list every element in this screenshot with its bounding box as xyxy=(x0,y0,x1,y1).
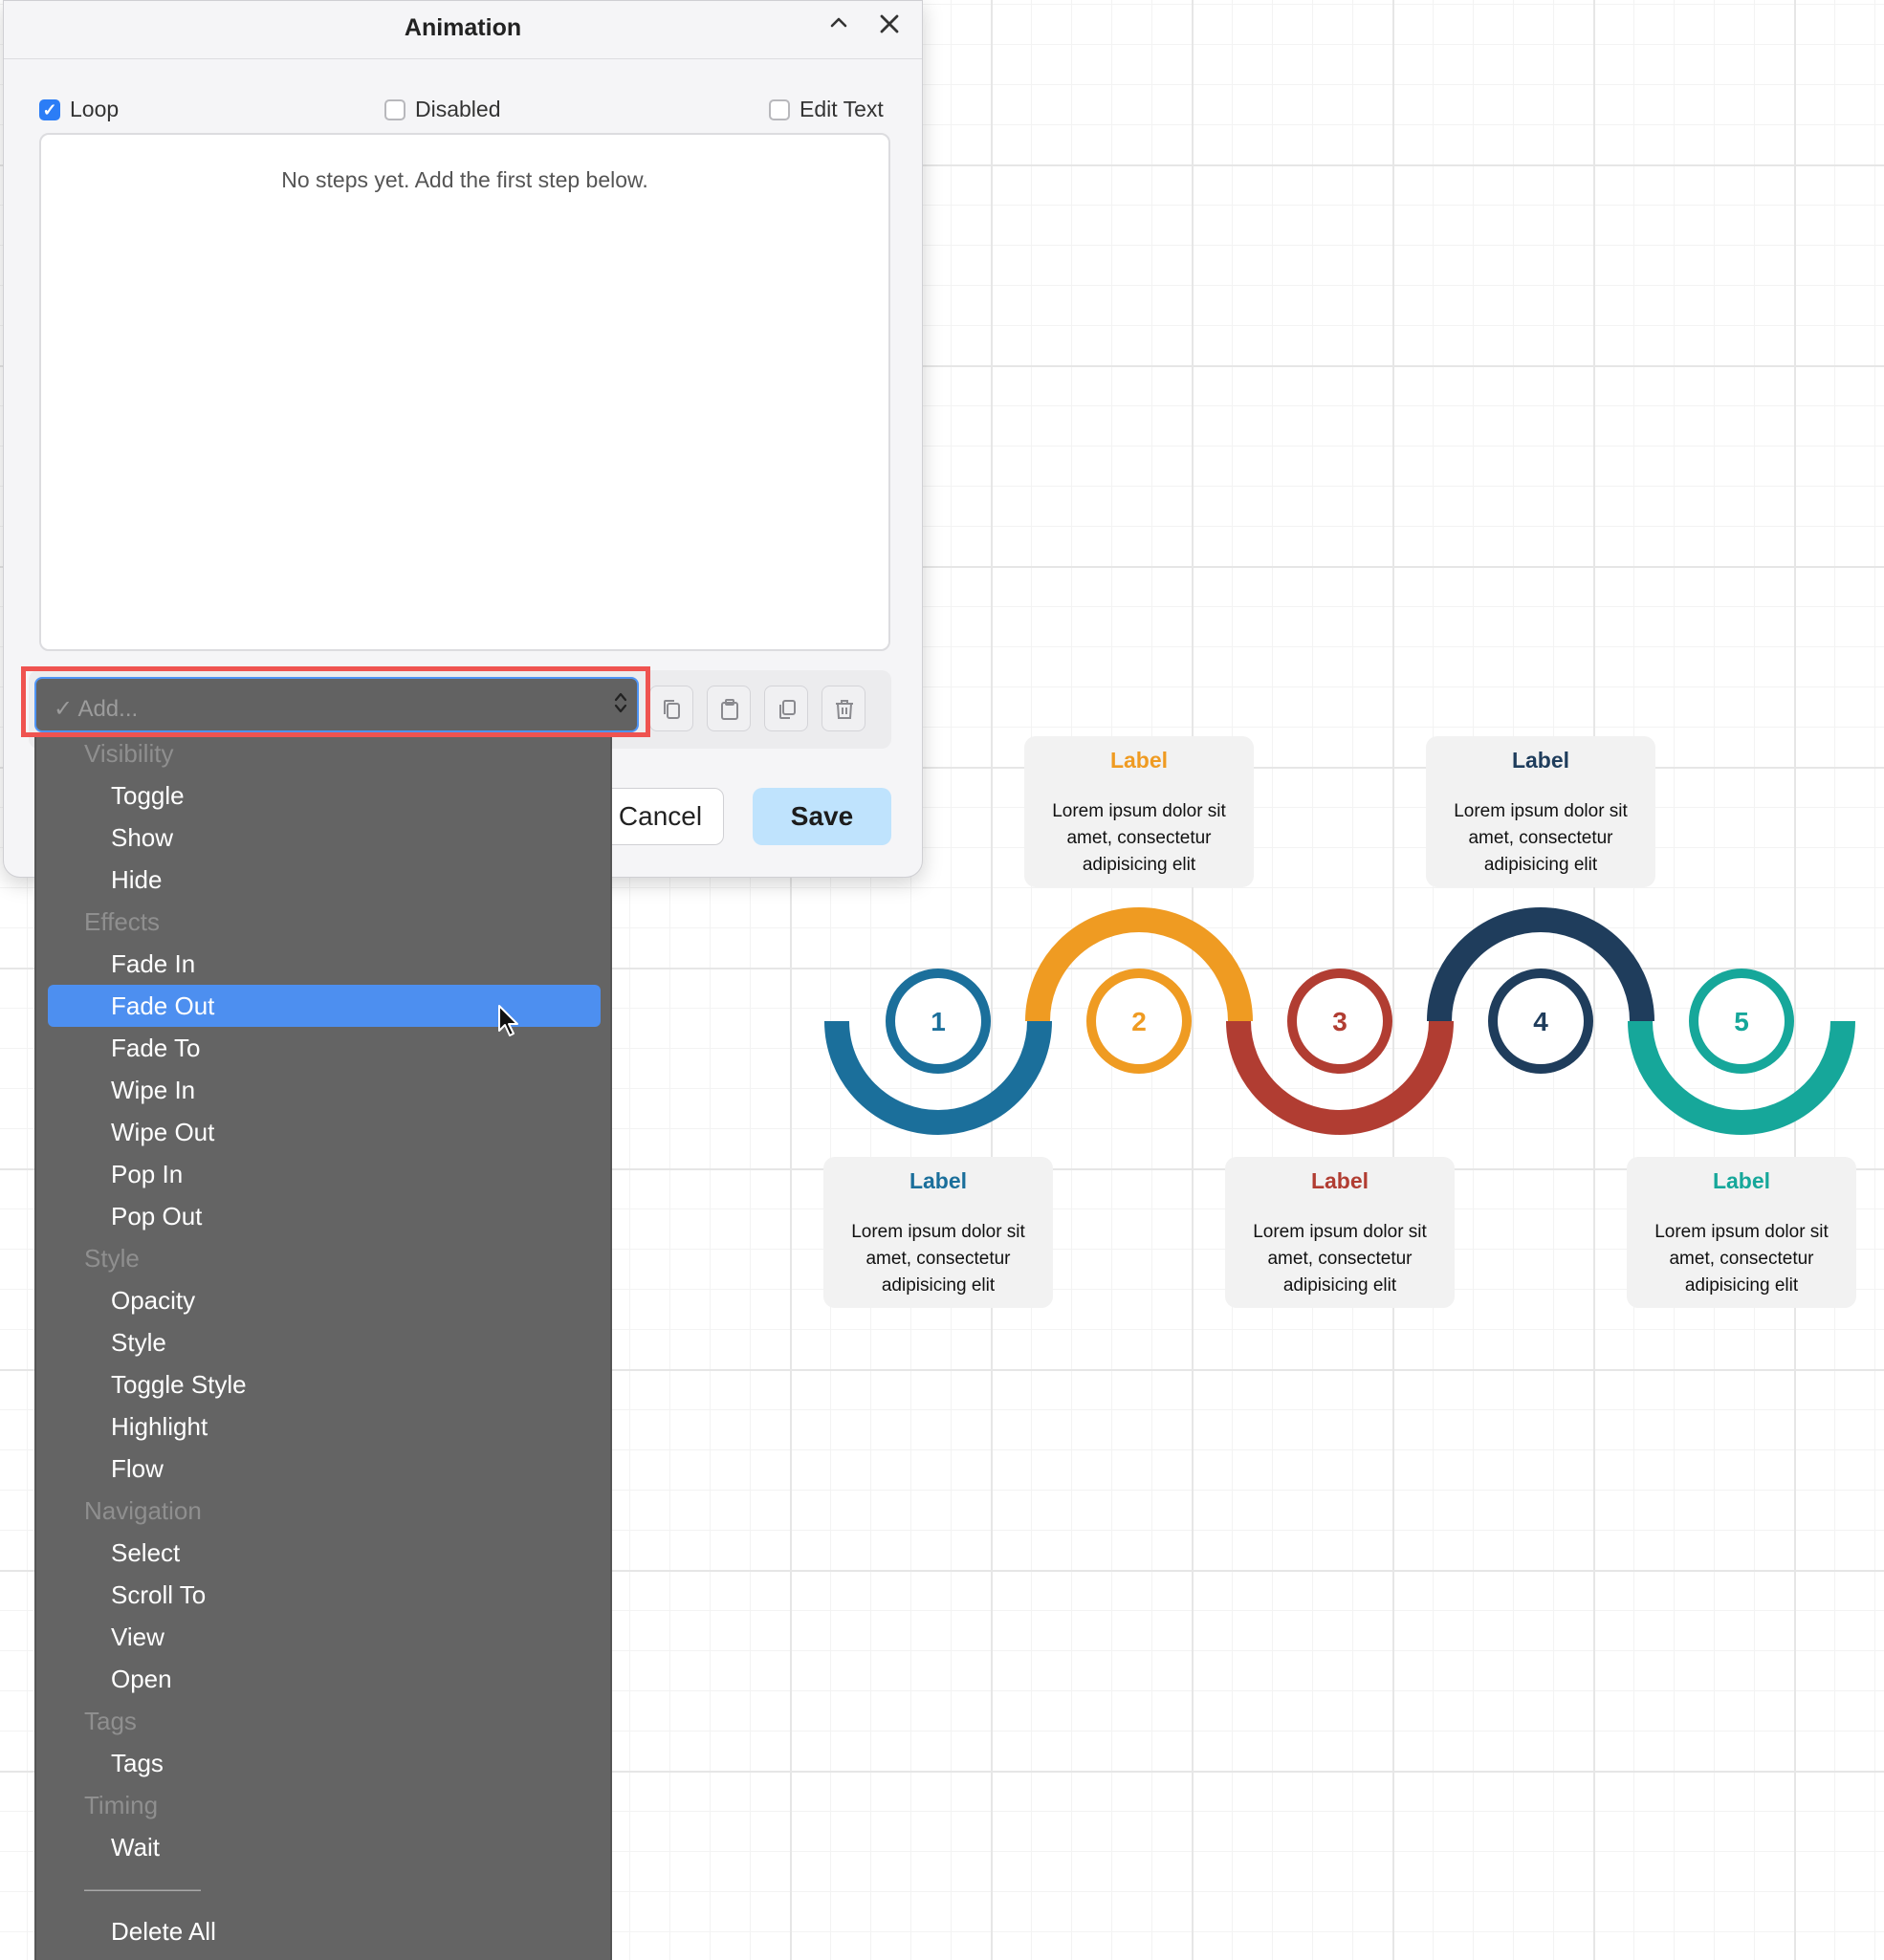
save-button[interactable]: Save xyxy=(753,788,891,845)
dropdown-item-view[interactable]: View xyxy=(36,1616,610,1658)
disabled-label: Disabled xyxy=(415,97,501,121)
dialog-title: Animation xyxy=(404,14,522,41)
copy-button[interactable] xyxy=(649,686,693,731)
dropdown-item-fade-to[interactable]: Fade To xyxy=(36,1027,610,1069)
edit-text-label: Edit Text xyxy=(800,97,884,121)
dropdown-separator: —————— xyxy=(84,1877,201,1901)
dropdown-group-visibility: Visibility xyxy=(84,739,174,768)
dropdown-item-wait[interactable]: Wait xyxy=(36,1826,610,1868)
chevron-up-icon[interactable] xyxy=(828,12,849,39)
checkbox-unchecked-icon[interactable] xyxy=(384,98,405,120)
dropdown-item-fade-in[interactable]: Fade In xyxy=(36,943,610,985)
edit-text-checkbox[interactable]: Edit Text xyxy=(769,97,884,122)
checkbox-unchecked-icon[interactable] xyxy=(769,98,790,120)
empty-steps-message: No steps yet. Add the first step below. xyxy=(281,167,648,192)
step-card-4[interactable]: Label Lorem ipsum dolor sit amet, consec… xyxy=(1426,736,1655,887)
dropdown-group-navigation: Navigation xyxy=(84,1496,202,1525)
loop-checkbox[interactable]: ✓ Loop xyxy=(39,97,119,122)
dropdown-item-toggle[interactable]: Toggle xyxy=(36,774,610,817)
dropdown-group-tags: Tags xyxy=(84,1707,137,1735)
dropdown-item-open[interactable]: Open xyxy=(36,1658,610,1700)
duplicate-button[interactable] xyxy=(764,686,808,731)
mouse-cursor-icon xyxy=(497,1004,522,1043)
dropdown-item-wipe-in[interactable]: Wipe In xyxy=(36,1069,610,1111)
step-card-title: Label xyxy=(1712,1168,1771,1193)
title-divider xyxy=(4,58,922,59)
step-card-2[interactable]: Label Lorem ipsum dolor sit amet, consec… xyxy=(1024,736,1254,887)
step-card-1[interactable]: Label Lorem ipsum dolor sit amet, consec… xyxy=(823,1157,1053,1308)
dropdown-item-select[interactable]: Select xyxy=(36,1532,610,1574)
dropdown-item-flow[interactable]: Flow xyxy=(36,1448,610,1490)
loop-label: Loop xyxy=(70,97,120,121)
step-card-3[interactable]: Label Lorem ipsum dolor sit amet, consec… xyxy=(1225,1157,1455,1308)
dropdown-group-effects: Effects xyxy=(84,907,161,936)
dropdown-group-style: Style xyxy=(84,1244,140,1273)
dropdown-item-highlight[interactable]: Highlight xyxy=(36,1405,610,1448)
add-step-dropdown[interactable]: Visibility Toggle Show Hide Effects Fade In Fa… xyxy=(34,732,612,1960)
delete-button[interactable] xyxy=(822,686,865,731)
steps-list[interactable]: No steps yet. Add the first step below. xyxy=(39,133,890,651)
step-number-4: 4 xyxy=(1533,1007,1548,1036)
dropdown-item-toggle-style[interactable]: Toggle Style xyxy=(36,1363,610,1405)
step-card-text: Lorem ipsum dolor sit amet, consectetur … xyxy=(1654,1222,1829,1296)
dropdown-item-pop-out[interactable]: Pop Out xyxy=(36,1195,610,1237)
step-card-text: Lorem ipsum dolor sit amet, consectetur … xyxy=(1052,801,1226,875)
dropdown-item-style[interactable]: Style xyxy=(36,1321,610,1363)
dropdown-item-show[interactable]: Show xyxy=(36,817,610,859)
step-card-title: Label xyxy=(909,1168,968,1193)
step-card-text: Lorem ipsum dolor sit amet, consectetur … xyxy=(1454,801,1628,875)
dropdown-item-opacity[interactable]: Opacity xyxy=(36,1279,610,1321)
step-card-title: Label xyxy=(1511,748,1570,773)
dropdown-group-timing: Timing xyxy=(84,1791,159,1819)
step-number-2: 2 xyxy=(1131,1007,1147,1036)
checkbox-checked-icon[interactable]: ✓ xyxy=(39,98,60,120)
step-number-1: 1 xyxy=(931,1007,946,1036)
cancel-button[interactable]: Cancel xyxy=(597,788,724,845)
dropdown-item-tags[interactable]: Tags xyxy=(36,1742,610,1784)
step-card-title: Label xyxy=(1310,1168,1369,1193)
dropdown-item-scroll-to[interactable]: Scroll To xyxy=(36,1574,610,1616)
dropdown-item-wipe-out[interactable]: Wipe Out xyxy=(36,1111,610,1153)
step-number-5: 5 xyxy=(1734,1007,1749,1036)
step-card-5[interactable]: Label Lorem ipsum dolor sit amet, consec… xyxy=(1627,1157,1856,1308)
step-card-text: Lorem ipsum dolor sit amet, consectetur … xyxy=(1253,1222,1427,1296)
dropdown-item-hide[interactable]: Hide xyxy=(36,859,610,901)
dropdown-item-pop-in[interactable]: Pop In xyxy=(36,1153,610,1195)
paste-button[interactable] xyxy=(707,686,751,731)
step-number-3: 3 xyxy=(1332,1007,1347,1036)
annotation-highlight-box xyxy=(21,666,650,737)
step-card-title: Label xyxy=(1109,748,1169,773)
disabled-checkbox[interactable]: Disabled xyxy=(384,97,501,122)
dropdown-item-delete-all[interactable]: Delete All xyxy=(36,1910,610,1952)
close-icon[interactable] xyxy=(878,11,901,43)
step-card-text: Lorem ipsum dolor sit amet, consectetur … xyxy=(851,1222,1025,1296)
